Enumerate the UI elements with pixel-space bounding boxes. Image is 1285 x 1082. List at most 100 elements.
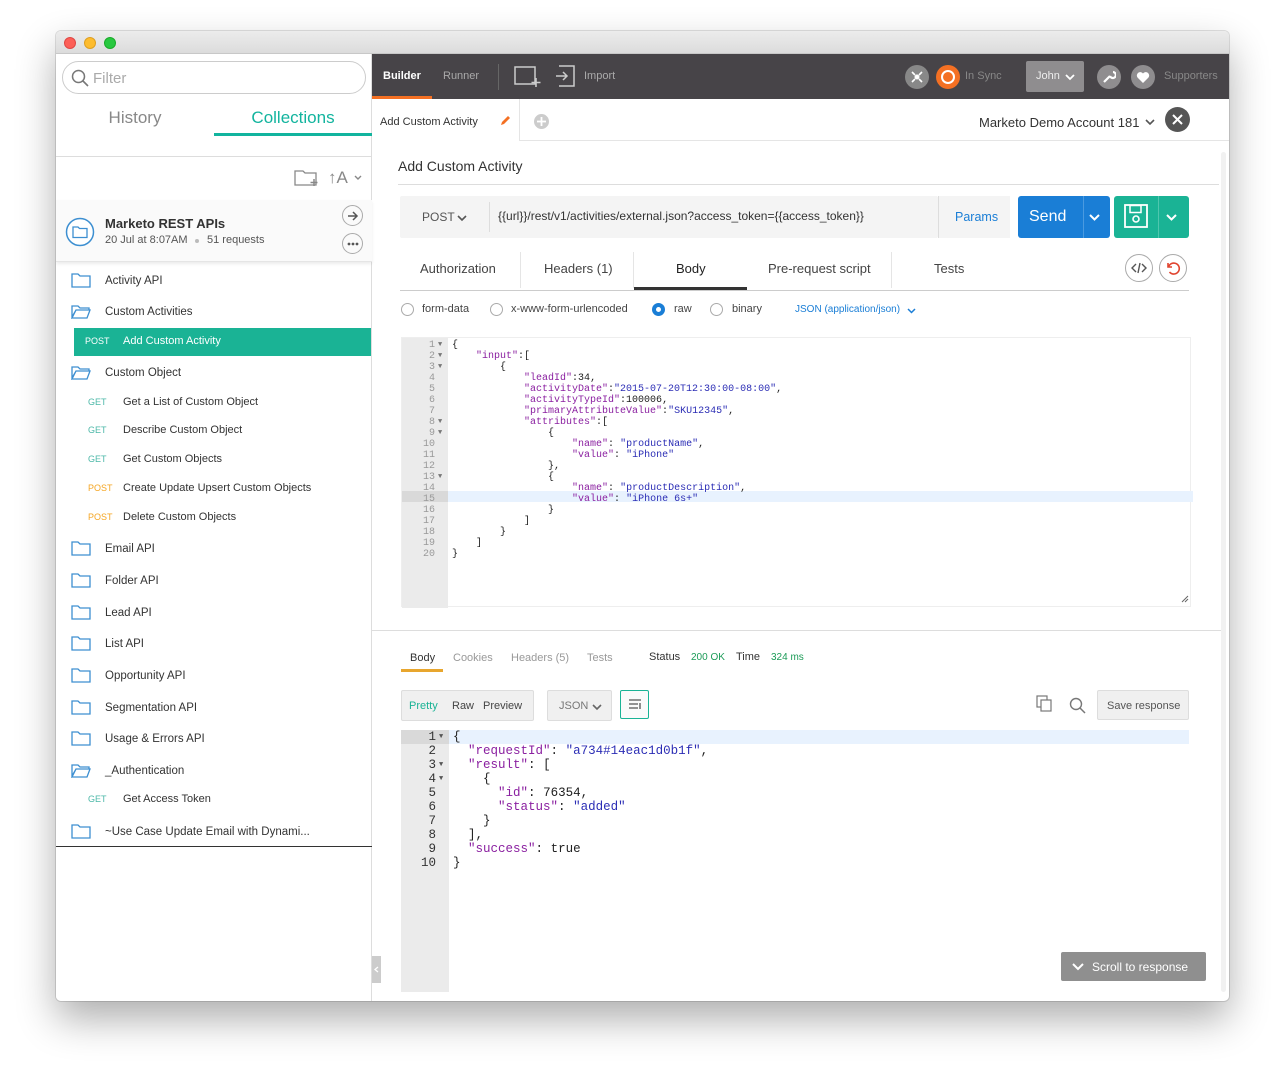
chevron-down-icon[interactable] [1145,119,1155,126]
response-tab-body[interactable]: Body [410,652,435,664]
generate-code-button[interactable] [1125,254,1153,282]
new-tab-icon[interactable] [514,64,542,88]
resize-grip-icon[interactable] [1181,595,1189,603]
search-icon[interactable] [1069,697,1086,714]
interceptor-button[interactable] [905,65,929,89]
add-tab-button[interactable] [534,114,549,129]
url-input[interactable]: {{url}}/rest/v1/activities/external.json… [498,209,864,223]
request-tab-active[interactable]: Add Custom Activity [372,99,520,141]
sidebar-folder[interactable]: Custom Object [56,359,372,389]
subtab-authorization[interactable]: Authorization [420,261,496,276]
sidebar-request[interactable]: GET Get Access Token [74,786,372,814]
save-button[interactable] [1114,196,1189,238]
fold-arrow-icon[interactable]: ▼ [438,340,442,351]
collection-card[interactable]: Marketo REST APIs 20 Jul at 8:07AM 51 re… [56,200,372,262]
sidebar-request[interactable]: POST Add Custom Activity [74,328,371,356]
save-response-button[interactable]: Save response [1097,690,1189,720]
sidebar-request[interactable]: POST Delete Custom Objects [74,504,372,532]
scrollbar[interactable] [1221,152,1226,992]
sidebar-folder[interactable]: Lead API [56,599,372,629]
collection-date: 20 Jul at 8:07AM [105,234,188,246]
view-preview[interactable]: Preview [483,700,522,712]
sidebar-folder[interactable]: Email API [56,535,372,565]
subtab-prerequest[interactable]: Pre-request script [768,261,871,276]
import-icon[interactable] [555,64,577,88]
collapse-sidebar-handle[interactable] [372,956,381,983]
zoom-window-button[interactable] [104,37,116,49]
sidebar-folder[interactable]: Usage & Errors API [56,725,372,755]
radio-form-data[interactable] [401,303,414,316]
request-body-editor[interactable]: 1 ▼{2 ▼ "input":[3 ▼ {4 "leadId":34, 5 "acti… [401,337,1193,608]
open-collection-button[interactable] [342,205,363,226]
fold-arrow-icon[interactable]: ▼ [438,362,442,373]
sidebar-folder[interactable]: _Authentication [56,757,372,787]
chevron-down-icon[interactable] [1089,214,1100,221]
radio-urlencoded[interactable] [490,303,503,316]
view-pretty[interactable]: Pretty [409,700,438,712]
environment-select[interactable]: Marketo Demo Account 181 [979,115,1139,130]
method-select[interactable]: POST [422,210,455,224]
sidebar-folder[interactable]: Custom Activities [56,298,372,328]
json-key: "success" [468,842,536,856]
subtab-headers[interactable]: Headers (1) [544,261,613,276]
method-badge: GET [88,454,107,464]
radio-binary[interactable] [710,303,723,316]
sidebar-folder[interactable]: ~Use Case Update Email with Dynami... [56,818,372,848]
radio-raw[interactable] [652,303,665,316]
import-button[interactable]: Import [584,70,615,82]
pencil-icon[interactable] [499,115,511,127]
chevron-down-icon[interactable] [457,215,467,222]
chevron-down-icon[interactable] [1166,214,1177,221]
sidebar-request[interactable]: GET Get Custom Objects [74,446,372,474]
fold-arrow-icon[interactable]: ▼ [438,417,442,428]
fold-arrow-icon[interactable]: ▼ [439,772,443,786]
sidebar-folder[interactable]: List API [56,630,372,660]
sidebar-request[interactable]: POST Create Update Upsert Custom Objects [74,475,372,503]
fold-arrow-icon[interactable]: ▼ [438,472,442,483]
response-tab-cookies[interactable]: Cookies [453,652,493,664]
subtab-tests[interactable]: Tests [934,261,964,276]
minimize-window-button[interactable] [84,37,96,49]
wrap-lines-button[interactable] [620,690,649,719]
sidebar-request[interactable]: GET Describe Custom Object [74,417,372,445]
supporters-button[interactable] [1131,65,1155,89]
new-folder-icon[interactable] [294,168,320,188]
environment-quicklook-button[interactable] [1165,107,1190,132]
sidebar-folder[interactable]: Folder API [56,567,372,597]
sidebar-folder[interactable]: Segmentation API [56,694,372,724]
fold-arrow-icon[interactable]: ▼ [439,730,443,744]
chevron-down-icon[interactable] [354,175,362,181]
sync-status-icon[interactable] [936,65,960,89]
sort-button[interactable]: ↑A [328,168,348,188]
supporters-label[interactable]: Supporters [1164,70,1218,82]
response-tab-tests[interactable]: Tests [587,652,613,664]
response-tab-headers[interactable]: Headers (5) [511,652,569,664]
view-raw[interactable]: Raw [452,700,474,712]
content-type-select[interactable]: JSON (application/json) [795,304,900,315]
fold-arrow-icon[interactable]: ▼ [438,428,442,439]
sidebar-folder[interactable]: Opportunity API [56,662,372,692]
sidebar-folder[interactable]: Activity API [56,267,372,297]
json-punct: , [580,786,589,800]
format-select[interactable]: JSON [547,690,612,721]
tab-history[interactable]: History [56,100,214,136]
user-dropdown[interactable]: John [1026,61,1084,92]
collection-menu-button[interactable] [342,233,363,254]
chevron-down-icon[interactable] [907,308,916,314]
tab-collections[interactable]: Collections [214,100,372,136]
close-window-button[interactable] [64,37,76,49]
copy-icon[interactable] [1036,695,1052,712]
scroll-to-response-button[interactable]: Scroll to response [1061,952,1206,981]
reset-button[interactable] [1159,254,1187,282]
settings-button[interactable] [1097,65,1121,89]
tab-builder[interactable]: Builder [383,70,421,82]
params-button[interactable]: Params [955,210,998,224]
fold-arrow-icon[interactable]: ▼ [438,351,442,362]
send-button[interactable]: Send [1018,196,1110,238]
filter-input[interactable]: Filter [62,61,366,94]
json-key: "name" [572,439,609,450]
fold-arrow-icon[interactable]: ▼ [439,758,443,772]
subtab-body[interactable]: Body [676,261,706,276]
tab-runner[interactable]: Runner [443,70,479,82]
sidebar-request[interactable]: GET Get a List of Custom Object [74,389,372,417]
